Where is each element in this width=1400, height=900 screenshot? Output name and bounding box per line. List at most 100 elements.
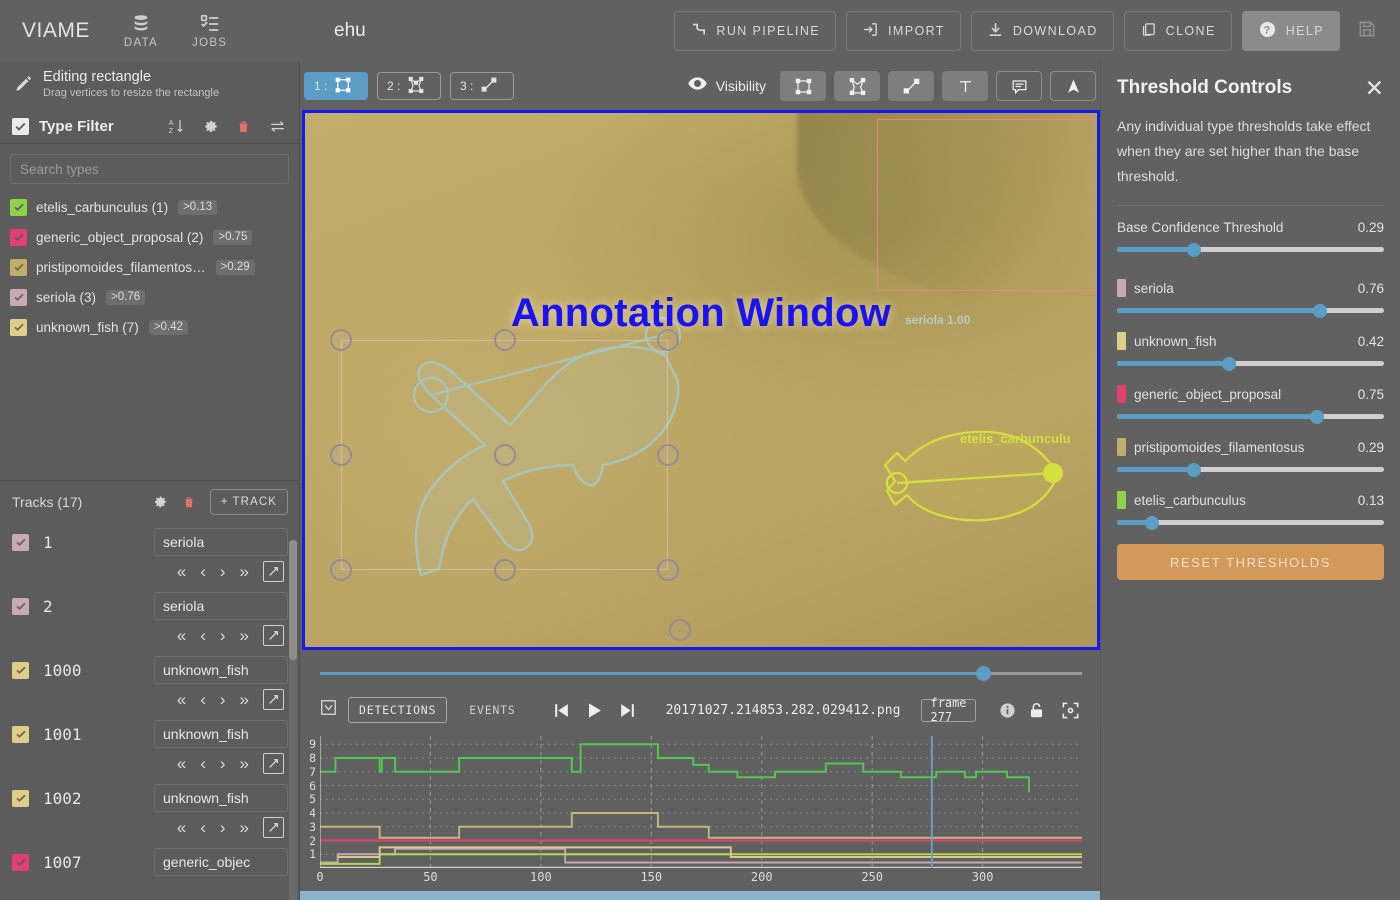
track-last-icon[interactable]: »: [240, 563, 249, 580]
tracks-scrollbar[interactable]: [289, 540, 297, 900]
timeline-chart[interactable]: 123456789: [309, 736, 1082, 868]
track-edit-icon[interactable]: [263, 752, 284, 774]
visibility-cursor-button[interactable]: [1050, 71, 1096, 101]
visibility-line-button[interactable]: [888, 71, 934, 101]
events-tab[interactable]: EVENTS: [458, 697, 526, 723]
visibility-text-button[interactable]: [942, 71, 988, 101]
mode-button-rectangle[interactable]: 1 :: [304, 72, 368, 100]
type-row[interactable]: pristipomoides_filamentos… >0.29: [0, 252, 299, 282]
reset-thresholds-button[interactable]: RESET THRESHOLDS: [1117, 544, 1384, 580]
track-prev-icon[interactable]: ‹: [200, 755, 206, 772]
skip-forward-icon[interactable]: [618, 701, 637, 720]
search-input[interactable]: [20, 161, 279, 177]
track-first-icon[interactable]: «: [177, 691, 186, 708]
clone-button[interactable]: CLONE: [1123, 11, 1232, 51]
mode-button-polygon[interactable]: 2 :: [377, 72, 441, 100]
track-next-icon[interactable]: ›: [220, 691, 226, 708]
visibility-polygon-button[interactable]: [834, 71, 880, 101]
track-type-field[interactable]: seriola: [154, 528, 288, 556]
track-checkbox[interactable]: [12, 661, 29, 679]
track-edit-icon[interactable]: [263, 816, 284, 838]
nav-item-jobs[interactable]: JOBS: [192, 13, 227, 49]
track-last-icon[interactable]: »: [240, 755, 249, 772]
tracks-gear-icon[interactable]: [152, 494, 168, 510]
track-type-field[interactable]: generic_objec: [154, 848, 288, 876]
track-row[interactable]: 1001 unknown_fish « ‹ › »: [0, 714, 300, 778]
timeline-scrollbar[interactable]: [300, 891, 1100, 900]
track-prev-icon[interactable]: ‹: [200, 691, 206, 708]
type-filter-checkbox[interactable]: [12, 118, 29, 135]
add-track-button[interactable]: + TRACK: [209, 488, 288, 515]
mode-button-line[interactable]: 3 :: [450, 72, 514, 100]
track-row[interactable]: 1007 generic_objec: [0, 842, 300, 876]
type-checkbox[interactable]: [10, 198, 27, 216]
track-checkbox[interactable]: [12, 853, 29, 871]
type-checkbox[interactable]: [10, 258, 27, 276]
swap-icon[interactable]: [268, 118, 287, 135]
tracks-trash-icon[interactable]: [182, 494, 196, 510]
track-checkbox[interactable]: [12, 789, 29, 807]
type-threshold-slider[interactable]: [1117, 514, 1384, 532]
sort-alpha-icon[interactable]: A Z: [168, 118, 185, 135]
track-row[interactable]: 1000 unknown_fish « ‹ › »: [0, 650, 300, 714]
track-first-icon[interactable]: «: [177, 627, 186, 644]
tracks-list[interactable]: 1 seriola « ‹ › » 2 seriola « ‹ › » 1000…: [0, 522, 300, 900]
play-icon[interactable]: [585, 701, 604, 720]
track-type-field[interactable]: unknown_fish: [154, 656, 288, 684]
track-checkbox[interactable]: [12, 533, 29, 551]
track-type-field[interactable]: unknown_fish: [154, 720, 288, 748]
track-next-icon[interactable]: ›: [220, 819, 226, 836]
type-row[interactable]: etelis_carbunculus (1) >0.13: [0, 192, 299, 222]
track-edit-icon[interactable]: [263, 560, 284, 582]
type-threshold-slider[interactable]: [1117, 355, 1384, 373]
search-types-field[interactable]: [10, 154, 289, 184]
lock-icon[interactable]: [1027, 701, 1046, 720]
track-row[interactable]: 1002 unknown_fish « ‹ › »: [0, 778, 300, 842]
import-button[interactable]: IMPORT: [846, 11, 961, 51]
base-threshold-slider[interactable]: [1117, 241, 1384, 259]
track-type-field[interactable]: seriola: [154, 592, 288, 620]
close-icon[interactable]: ✕: [1365, 76, 1384, 100]
track-checkbox[interactable]: [12, 597, 29, 615]
track-prev-icon[interactable]: ‹: [200, 627, 206, 644]
download-button[interactable]: DOWNLOAD: [970, 11, 1114, 51]
visibility-rectangle-button[interactable]: [780, 71, 826, 101]
fullscreen-icon[interactable]: [1061, 701, 1080, 720]
track-checkbox[interactable]: [12, 725, 29, 743]
track-prev-icon[interactable]: ‹: [200, 563, 206, 580]
track-last-icon[interactable]: »: [240, 819, 249, 836]
track-edit-icon[interactable]: [263, 624, 284, 646]
type-threshold-slider[interactable]: [1117, 461, 1384, 479]
track-last-icon[interactable]: »: [240, 627, 249, 644]
track-first-icon[interactable]: «: [177, 563, 186, 580]
type-checkbox[interactable]: [10, 228, 27, 246]
track-first-icon[interactable]: «: [177, 755, 186, 772]
track-edit-icon[interactable]: [263, 688, 284, 710]
detections-tab[interactable]: DETECTIONS: [348, 697, 448, 723]
type-row[interactable]: seriola (3) >0.76: [0, 282, 299, 312]
save-button[interactable]: [1350, 11, 1384, 51]
run-pipeline-button[interactable]: RUN PIPELINE: [674, 11, 837, 51]
type-threshold-slider[interactable]: [1117, 302, 1384, 320]
visibility-tooltip-button[interactable]: [996, 71, 1042, 101]
nav-item-data[interactable]: DATA: [124, 13, 158, 49]
track-row[interactable]: 1 seriola « ‹ › »: [0, 522, 300, 586]
track-first-icon[interactable]: «: [177, 819, 186, 836]
track-type-field[interactable]: unknown_fish: [154, 784, 288, 812]
type-row[interactable]: generic_object_proposal (2) >0.75: [0, 222, 299, 252]
track-next-icon[interactable]: ›: [220, 563, 226, 580]
track-next-icon[interactable]: ›: [220, 755, 226, 772]
video-scrubber[interactable]: [320, 666, 1082, 681]
trash-icon[interactable]: [236, 118, 251, 135]
type-row[interactable]: unknown_fish (7) >0.42: [0, 312, 299, 342]
gear-icon[interactable]: [202, 118, 219, 135]
track-prev-icon[interactable]: ‹: [200, 819, 206, 836]
track-next-icon[interactable]: ›: [220, 627, 226, 644]
help-button[interactable]: ? HELP: [1241, 11, 1340, 51]
scrubber-knob[interactable]: [975, 666, 991, 681]
annotation-canvas[interactable]: etelis_carbunculu seriola 1.00 Annotatio…: [305, 113, 1097, 647]
track-row[interactable]: 2 seriola « ‹ › »: [0, 586, 300, 650]
skip-back-icon[interactable]: [552, 701, 571, 720]
info-icon[interactable]: [999, 702, 1016, 719]
track-last-icon[interactable]: »: [240, 691, 249, 708]
